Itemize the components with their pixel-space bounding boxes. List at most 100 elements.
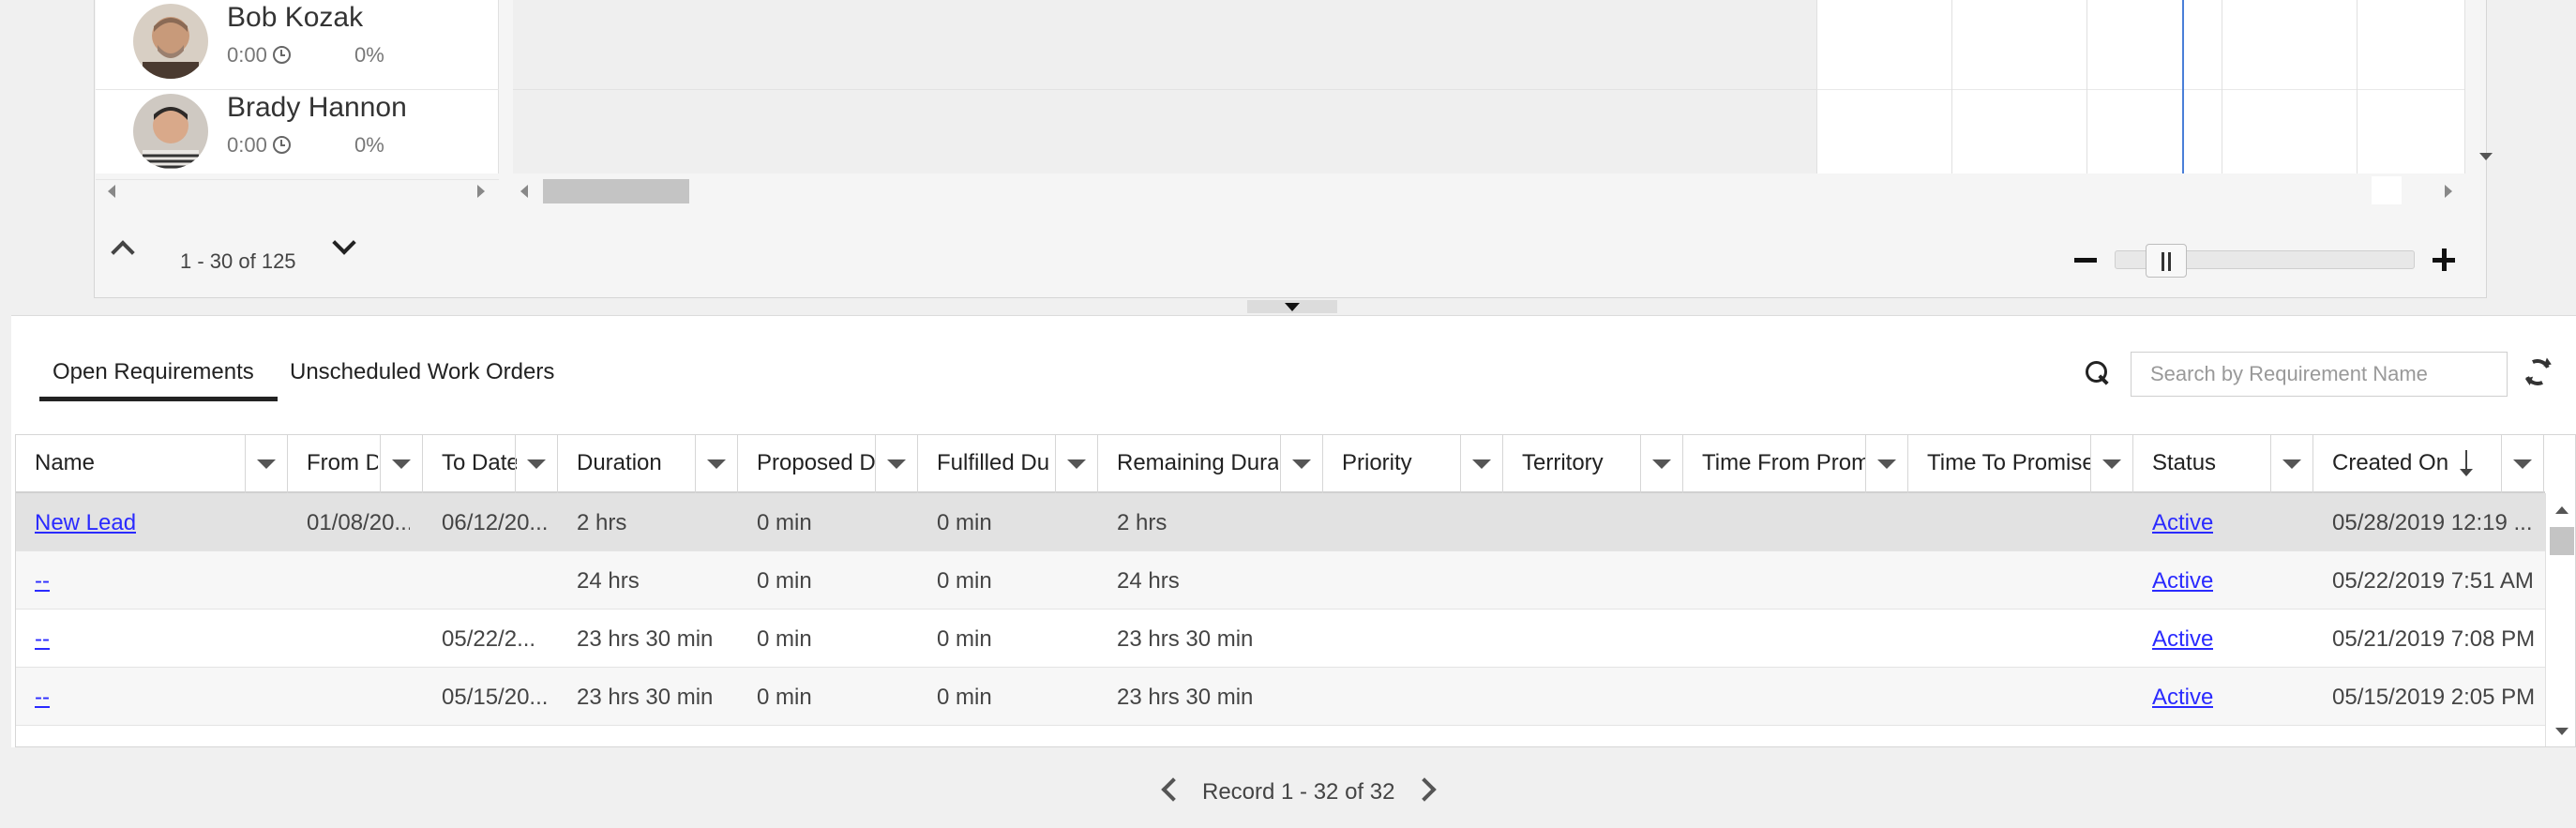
status-link[interactable]: Active — [2152, 626, 2213, 653]
pager-text: 1 - 30 of 125 — [180, 249, 296, 273]
scroll-right-arrow[interactable] — [477, 185, 485, 198]
cell-fulfilled-duration: 0 min — [937, 685, 992, 710]
column-header-status[interactable]: Status — [2133, 435, 2313, 493]
column-header-from-date[interactable]: From D — [288, 435, 423, 493]
status-link[interactable]: Active — [2152, 510, 2213, 536]
table-row[interactable]: New Lead 01/08/20... 06/12/20... 2 hrs 0… — [16, 493, 2545, 551]
column-menu-icon[interactable] — [257, 459, 276, 469]
cell-created-on: 05/28/2019 12:19 ... — [2332, 510, 2533, 535]
active-tab-indicator — [39, 397, 278, 401]
column-menu-icon[interactable] — [2513, 459, 2532, 469]
cell-to-date: 06/12/20... — [442, 510, 547, 535]
column-menu-icon[interactable] — [1472, 459, 1491, 469]
column-menu-icon[interactable] — [2102, 459, 2121, 469]
cell-duration: 24 hrs — [577, 568, 640, 594]
cell-created-on: 05/22/2019 7:51 AM — [2332, 568, 2534, 594]
scroll-left-arrow[interactable] — [108, 185, 115, 198]
refresh-icon[interactable] — [2521, 355, 2554, 389]
column-header-remaining-duration[interactable]: Remaining Dura — [1098, 435, 1323, 493]
column-menu-icon[interactable] — [1067, 459, 1086, 469]
grid-vscrollbar[interactable] — [2545, 493, 2575, 746]
cell-proposed-duration: 0 min — [757, 510, 812, 535]
column-header-proposed-duration[interactable]: Proposed D — [738, 435, 918, 493]
gantt-area[interactable] — [513, 0, 1816, 173]
resource-row[interactable]: Brady Hannon 0:00 0% — [96, 90, 499, 180]
status-link[interactable]: Active — [2152, 685, 2213, 711]
chevron-up-icon[interactable] — [111, 240, 135, 264]
record-count: Record 1 - 32 of 32 — [1202, 779, 1395, 805]
cell-proposed-duration: 0 min — [757, 626, 812, 652]
table-row[interactable]: -- 05/15/20... 23 hrs 30 min 0 min 0 min… — [16, 668, 2545, 726]
scroll-down-arrow[interactable] — [2555, 728, 2568, 735]
column-header-created-on[interactable]: Created On — [2313, 435, 2544, 493]
resource-time: 0:00 — [227, 43, 291, 68]
requirement-name-link[interactable]: -- — [35, 626, 50, 653]
cell-to-date: 05/15/20... — [442, 685, 547, 710]
scroll-up-arrow[interactable] — [2555, 506, 2568, 514]
avatar — [133, 94, 208, 169]
chevron-down-icon[interactable] — [332, 231, 356, 255]
tab-bar: Open Requirements Unscheduled Work Order… — [11, 316, 2576, 410]
cell-duration: 2 hrs — [577, 510, 627, 535]
column-header-territory[interactable]: Territory — [1503, 435, 1683, 493]
chevron-right-icon[interactable] — [1412, 777, 1437, 802]
cell-created-on: 05/15/2019 2:05 PM — [2332, 685, 2536, 710]
column-menu-icon[interactable] — [392, 459, 411, 469]
resource-row[interactable]: Bob Kozak 0:00 0% — [96, 0, 499, 90]
column-header-fulfilled-duration[interactable]: Fulfilled Du — [918, 435, 1098, 493]
avatar — [133, 4, 208, 79]
cell-proposed-duration: 0 min — [757, 685, 812, 710]
panel-splitter[interactable] — [0, 298, 2576, 315]
requirement-name-link[interactable]: New Lead — [35, 510, 136, 536]
collapse-panel-toggle[interactable] — [1247, 300, 1337, 313]
cell-remaining-duration: 24 hrs — [1117, 568, 1180, 594]
scroll-down-arrow[interactable] — [2479, 153, 2493, 160]
tab-open-requirements[interactable]: Open Requirements — [53, 359, 254, 385]
scroll-thumb[interactable] — [2550, 527, 2574, 555]
tab-unscheduled-work-orders[interactable]: Unscheduled Work Orders — [290, 359, 554, 385]
column-menu-icon[interactable] — [1877, 459, 1896, 469]
resource-list: Bob Kozak 0:00 0% Brady Hannon 0:00 0% — [96, 0, 499, 180]
clock-icon — [272, 46, 291, 64]
scroll-right-arrow[interactable] — [2445, 185, 2452, 198]
column-menu-icon[interactable] — [887, 459, 906, 469]
cell-duration: 23 hrs 30 min — [577, 626, 714, 652]
column-header-name[interactable]: Name — [16, 435, 288, 493]
table-row[interactable]: -- 24 hrs 0 min 0 min 24 hrs Active 05/2… — [16, 551, 2545, 610]
column-header-time-to-promised[interactable]: Time To Promise — [1908, 435, 2133, 493]
requirements-grid: Name From D To Date Duration Proposed D … — [15, 434, 2576, 747]
cell-remaining-duration: 2 hrs — [1117, 510, 1167, 535]
resource-hscrollbar[interactable] — [95, 176, 498, 204]
cell-to-date: 05/22/2... — [442, 626, 536, 652]
column-header-to-date[interactable]: To Date — [423, 435, 558, 493]
column-menu-icon[interactable] — [1652, 459, 1671, 469]
gantt-timeline[interactable] — [1816, 0, 2465, 173]
scroll-thumb[interactable] — [543, 179, 689, 203]
requirement-name-link[interactable]: -- — [35, 685, 50, 711]
zoom-out-icon[interactable] — [2074, 258, 2097, 263]
cell-remaining-duration: 23 hrs 30 min — [1117, 685, 1254, 710]
column-header-duration[interactable]: Duration — [558, 435, 738, 493]
clock-icon — [272, 136, 291, 154]
gantt-hscrollbar[interactable] — [513, 176, 2465, 204]
resource-time: 0:00 — [227, 133, 291, 158]
column-menu-icon[interactable] — [1292, 459, 1311, 469]
cell-duration: 23 hrs 30 min — [577, 685, 714, 710]
column-header-time-from-promised[interactable]: Time From Prom — [1683, 435, 1908, 493]
zoom-in-icon[interactable] — [2433, 248, 2455, 271]
resource-name: Bob Kozak — [227, 2, 364, 33]
status-link[interactable]: Active — [2152, 568, 2213, 595]
zoom-slider-handle[interactable] — [2146, 244, 2187, 278]
requirement-name-link[interactable]: -- — [35, 568, 50, 595]
column-menu-icon[interactable] — [707, 459, 726, 469]
search-icon[interactable] — [2086, 361, 2108, 384]
chevron-left-icon[interactable] — [1161, 777, 1185, 802]
search-input[interactable] — [2131, 352, 2508, 397]
column-menu-icon[interactable] — [527, 459, 546, 469]
column-header-priority[interactable]: Priority — [1323, 435, 1503, 493]
scroll-left-arrow[interactable] — [520, 185, 528, 198]
cell-remaining-duration: 23 hrs 30 min — [1117, 626, 1254, 652]
table-row[interactable]: -- 05/22/2... 23 hrs 30 min 0 min 0 min … — [16, 610, 2545, 668]
grid-footer: Record 1 - 32 of 32 — [11, 747, 2576, 828]
column-menu-icon[interactable] — [2282, 459, 2301, 469]
